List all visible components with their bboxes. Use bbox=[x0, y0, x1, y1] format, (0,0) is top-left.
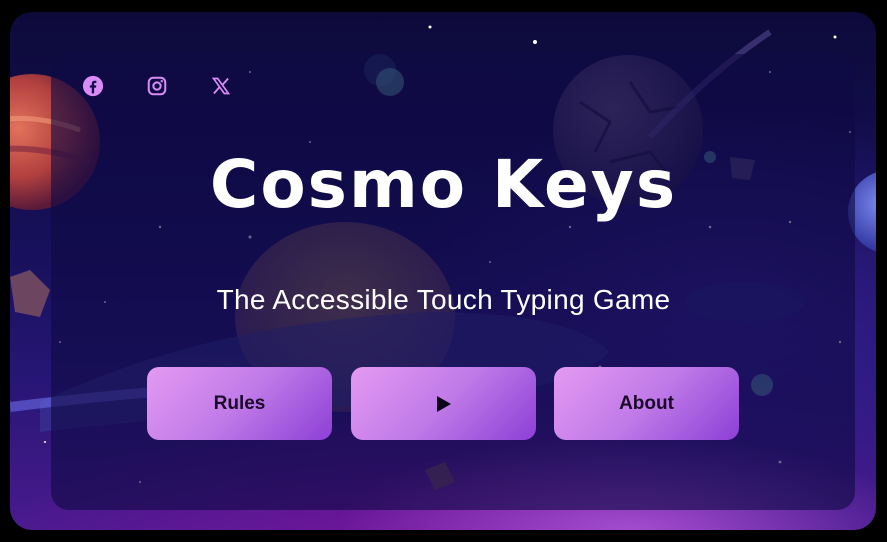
game-subtitle: The Accessible Touch Typing Game bbox=[216, 284, 671, 315]
play-button[interactable] bbox=[351, 367, 536, 440]
about-button[interactable]: About bbox=[554, 367, 739, 440]
instagram-icon[interactable] bbox=[145, 74, 169, 98]
game-title: Cosmo Keys bbox=[209, 146, 678, 223]
rules-button[interactable]: Rules bbox=[147, 367, 332, 440]
rules-button-label: Rules bbox=[213, 392, 266, 414]
about-button-label: About bbox=[619, 392, 674, 414]
menu-panel bbox=[51, 54, 855, 510]
space-background bbox=[10, 12, 876, 530]
play-icon bbox=[436, 395, 451, 412]
facebook-icon[interactable] bbox=[81, 74, 105, 98]
x-icon[interactable] bbox=[209, 74, 233, 98]
